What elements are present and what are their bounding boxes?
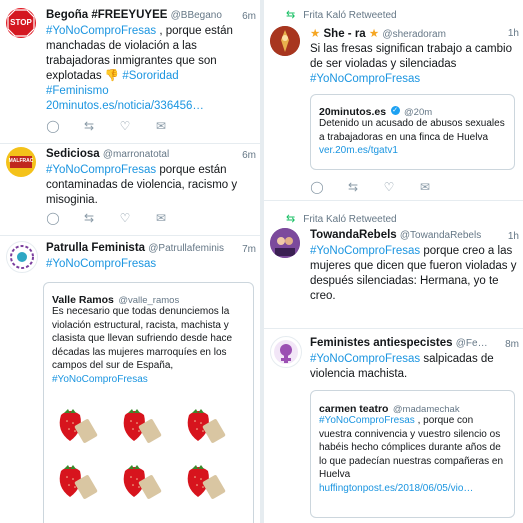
display-name[interactable]: Begoña #FREEYUYEE <box>46 9 167 21</box>
hashtag-link[interactable]: #YoNoComproFresas <box>46 25 156 37</box>
retweet-icon[interactable]: ⇆ <box>82 211 96 225</box>
user-handle[interactable]: @Fe… <box>456 338 488 349</box>
retweet-context: ⇆ Frita Kaló Retweeted <box>286 212 397 225</box>
verified-icon: ✓ <box>390 106 400 116</box>
quoted-text-body: Es necesario que todas denunciemos la vi… <box>52 306 233 371</box>
timestamp[interactable]: 6m <box>242 150 256 161</box>
strawberries-image[interactable] <box>52 403 245 513</box>
envelope-icon[interactable]: ✉ <box>154 119 168 133</box>
envelope-icon[interactable]: ✉ <box>154 211 168 225</box>
hashtag-link[interactable]: #YoNoComproFresas <box>310 73 420 85</box>
retweet-icon: ⇆ <box>286 213 296 225</box>
reply-icon[interactable]: ◯ <box>310 180 324 194</box>
tweet-text-part: Si las fresas significan trabajo a cambi… <box>310 43 512 70</box>
display-name[interactable]: TowandaRebels <box>310 229 397 241</box>
reply-icon[interactable]: ◯ <box>46 211 60 225</box>
hashtag-link[interactable]: #Feminismo 20minutos.es/noticia/336456… <box>46 85 204 112</box>
quoted-text: Es necesario que todas denunciemos la vi… <box>52 305 247 386</box>
tweet-patrulla[interactable]: Patrulla Feminista @Patrullafeminis 7m #… <box>0 235 260 523</box>
tweet-feministes[interactable]: Feministes antiespecistes @Fe… 8m #YoNoC… <box>264 328 523 523</box>
display-name[interactable]: She - ra <box>324 28 366 40</box>
user-handle[interactable]: @TowandaRebels <box>400 230 481 241</box>
tweet-text: #YoNoComproFresas <box>46 257 256 272</box>
hashtag-link[interactable]: #Sororidad <box>122 70 178 82</box>
quoted-link[interactable]: ver.20m.es/tgatv1 <box>319 145 398 156</box>
tweet-actions: ◯ ⇆ ♡ ✉ <box>310 180 432 194</box>
quoted-text-body: Detenido un acusado de abusos sexuales a… <box>319 118 505 143</box>
tweet-text: #YoNoComproFresas porque creo a las muje… <box>310 244 519 304</box>
tweet-begona[interactable]: STOP Begoña #FREEYUYEE @BBegano 6m #YoNo… <box>0 0 260 144</box>
tweet-actions: ◯ ⇆ ♡ ✉ <box>46 119 168 133</box>
retweet-icon: ⇆ <box>286 9 296 21</box>
avatar[interactable] <box>270 228 300 258</box>
hashtag-link[interactable]: #YoNoComproFresas <box>46 164 156 176</box>
heart-icon[interactable]: ♡ <box>118 119 132 133</box>
star-emoji: ★ <box>368 28 380 40</box>
retweet-label[interactable]: Frita Kaló Retweeted <box>303 214 396 225</box>
tweet-text: Si las fresas significan trabajo a cambi… <box>310 42 519 87</box>
user-handle[interactable]: @Patrullafeminis <box>148 243 224 254</box>
avatar[interactable]: STOP <box>6 8 36 38</box>
envelope-icon[interactable]: ✉ <box>418 180 432 194</box>
retweet-context: ⇆ Frita Kaló Retweeted <box>286 8 397 21</box>
avatar-text: STOP <box>10 18 32 27</box>
hashtag-link[interactable]: #YoNoComproFresas <box>46 258 156 270</box>
display-name[interactable]: Feministes antiespecistes <box>310 337 453 349</box>
display-name[interactable]: Patrulla Feminista <box>46 242 145 254</box>
avatar[interactable] <box>270 26 300 56</box>
tweet-text: #YoNoComproFresas porque están contamina… <box>46 163 256 208</box>
tweet-header: Feministes antiespecistes @Fe… <box>310 337 493 349</box>
retweet-icon[interactable]: ⇆ <box>346 180 360 194</box>
quoted-text: #YoNoComproFresas , porque con vuestra c… <box>319 414 508 495</box>
thumbs-down-emoji: 👎 <box>104 70 120 82</box>
timestamp[interactable]: 6m <box>242 11 256 22</box>
reply-icon[interactable]: ◯ <box>46 119 60 133</box>
hashtag-link[interactable]: #YoNoComproFresas <box>319 415 415 426</box>
avatar[interactable] <box>270 336 302 368</box>
quoted-tweet[interactable]: Valle Ramos @valle_ramos Es necesario qu… <box>43 282 254 523</box>
heart-icon[interactable]: ♡ <box>118 211 132 225</box>
tweet-header: TowandaRebels @TowandaRebels <box>310 229 519 241</box>
hashtag-link[interactable]: #YoNoComproFresas <box>52 374 148 385</box>
avatar[interactable]: MALFRAC <box>6 147 36 177</box>
hashtag-link[interactable]: #YoNoComproFresas <box>310 245 420 257</box>
quoted-tweet[interactable]: 20minutos.es ✓ @20m Detenido un acusado … <box>310 94 515 170</box>
avatar[interactable] <box>6 241 38 273</box>
user-handle[interactable]: @sheradoram <box>382 29 446 40</box>
display-name[interactable]: Sediciosa <box>46 148 100 160</box>
tweet-text: #YoNoComproFresas salpicadas de violenci… <box>310 352 519 382</box>
tweet-header: ★ She - ra ★ @sheradoram <box>310 26 519 40</box>
tweet-shera[interactable]: ⇆ Frita Kaló Retweeted ★ She - ra ★ @sher… <box>264 0 523 201</box>
tweet-actions: ◯ ⇆ ♡ ✉ <box>46 211 168 225</box>
quoted-tweet[interactable]: carmen teatro @madamechak #YoNoComproFre… <box>310 390 515 518</box>
tweet-text: #YoNoComproFresas , porque están manchad… <box>46 24 256 114</box>
tweet-header: Sediciosa @marronatotal <box>46 148 256 160</box>
tweet-header: Begoña #FREEYUYEE @BBegano <box>46 9 256 21</box>
user-handle[interactable]: @marronatotal <box>103 149 169 160</box>
timestamp[interactable]: 1h <box>508 231 519 242</box>
quoted-link[interactable]: huffingtonpost.es/2018/06/05/vio… <box>319 483 473 494</box>
tweet-sediciosa[interactable]: MALFRAC Sediciosa @marronatotal 6m #YoNo… <box>0 143 260 236</box>
timestamp[interactable]: 1h <box>508 28 519 39</box>
heart-icon[interactable]: ♡ <box>382 180 396 194</box>
tweet-towanda[interactable]: ⇆ Frita Kaló Retweeted TowandaRebels @Tow… <box>264 206 523 329</box>
timestamp[interactable]: 7m <box>242 244 256 255</box>
hashtag-link[interactable]: #YoNoComproFresas <box>310 353 420 365</box>
left-timeline: STOP Begoña #FREEYUYEE @BBegano 6m #YoNo… <box>0 0 260 523</box>
retweet-icon[interactable]: ⇆ <box>82 119 96 133</box>
quoted-text: Detenido un acusado de abusos sexuales a… <box>319 117 508 158</box>
tweet-header: Patrulla Feminista @Patrullafeminis <box>46 242 256 254</box>
avatar-text: MALFRAC <box>8 158 34 164</box>
star-emoji: ★ <box>310 28 321 40</box>
user-handle[interactable]: @BBegano <box>171 10 222 21</box>
right-timeline: ⇆ Frita Kaló Retweeted ★ She - ra ★ @sher… <box>264 0 523 523</box>
timestamp[interactable]: 8m <box>505 339 519 350</box>
retweet-label[interactable]: Frita Kaló Retweeted <box>303 10 396 21</box>
